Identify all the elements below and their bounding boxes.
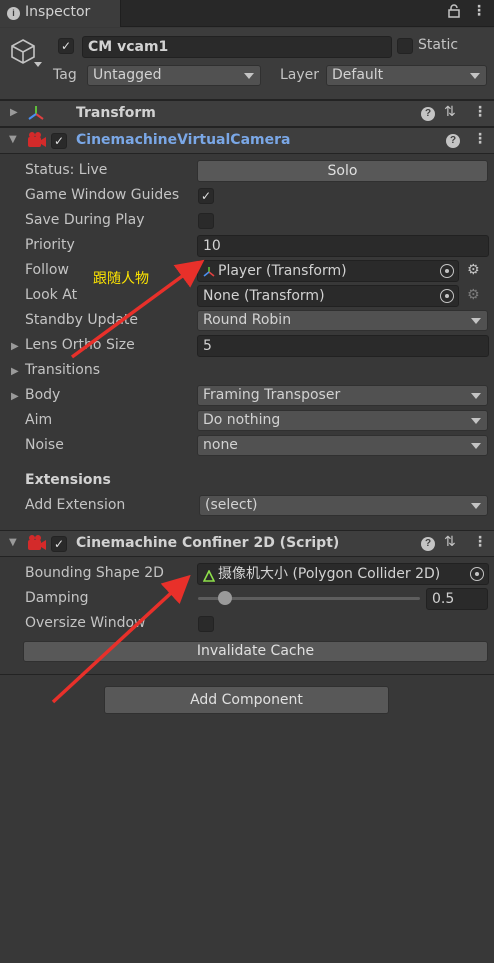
annotation-arrow-follow: [70, 259, 205, 359]
annotation-arrows: [51, 259, 205, 704]
annotation-arrow-bounding: [51, 574, 191, 704]
